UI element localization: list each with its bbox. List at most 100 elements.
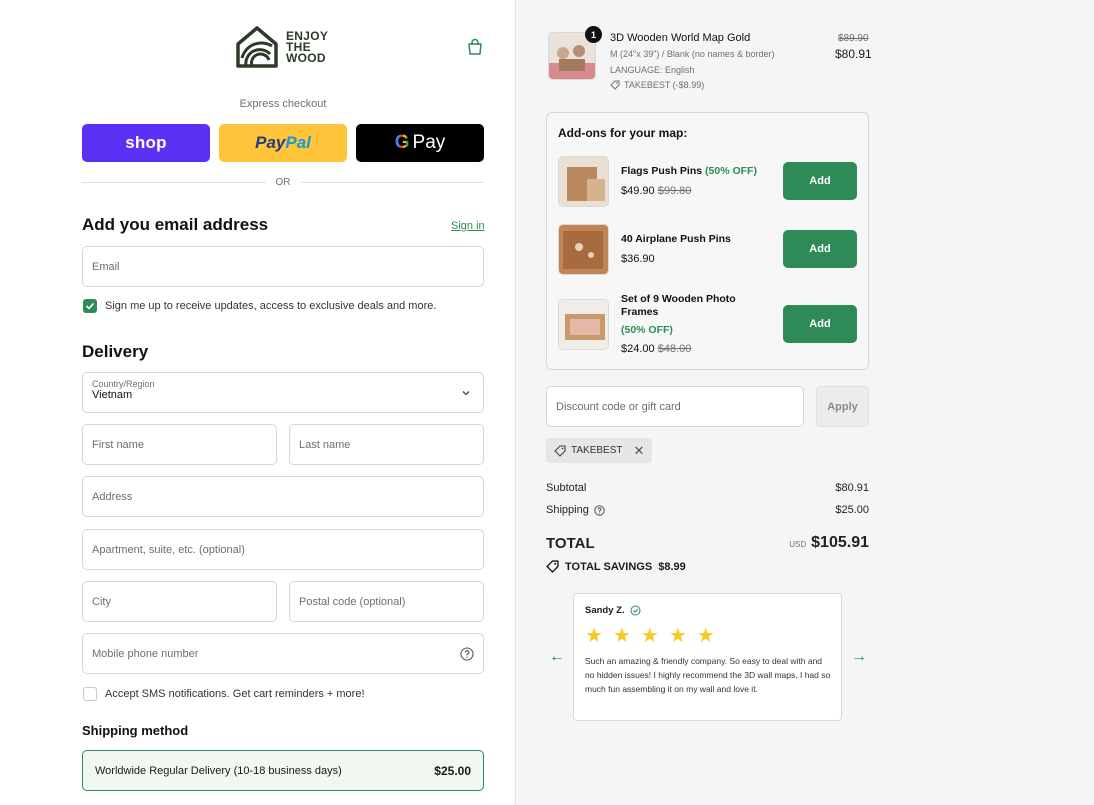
- shipping-row: Shipping $25.00: [546, 504, 869, 516]
- tag-icon: [554, 444, 566, 457]
- addon-current-price-frames: $24.00: [621, 343, 655, 355]
- review-text: Such an amazing & friendly company. So e…: [585, 656, 831, 694]
- product-variant: M (24"x 39") / Blank (no names & border): [610, 49, 775, 59]
- savings-label: TOTAL SAVINGS: [565, 560, 653, 573]
- wood-logo-icon: [236, 26, 278, 68]
- subtotal-label: Subtotal: [546, 482, 587, 494]
- paypal-button[interactable]: Pay Pal: [219, 124, 347, 162]
- review-author-row: Sandy Z.: [585, 605, 641, 616]
- product-language: LANGUAGE: English: [610, 65, 695, 75]
- total-label: TOTAL: [546, 534, 595, 552]
- shipping-label-group: Shipping: [546, 504, 605, 516]
- star-icon: ★: [585, 625, 603, 647]
- product-title: 3D Wooden World Map Gold: [610, 32, 751, 44]
- total-savings: TOTAL SAVINGS $8.99: [546, 560, 686, 573]
- addon-name-frames: Set of 9 Wooden Photo Frames: [621, 293, 736, 318]
- subtotal-value: $80.91: [835, 482, 869, 494]
- shop-pay-label: shop: [125, 133, 167, 152]
- discount-code-field[interactable]: Discount code or gift card: [546, 386, 804, 427]
- brand-logo[interactable]: ENJOY THE WOOD: [234, 24, 328, 70]
- addon-price-frames: $24.00 $48.00: [621, 343, 691, 355]
- applied-discount-code: TAKEBEST: [571, 445, 623, 456]
- addon-old-price-frames: $48.00: [657, 343, 692, 355]
- city-field[interactable]: City: [82, 581, 277, 622]
- contact-heading: Add you email address: [82, 215, 269, 234]
- star-icon: ★: [640, 625, 659, 647]
- applied-discount-tag: TAKEBEST ✕: [546, 438, 653, 463]
- shopping-bag-icon[interactable]: [466, 38, 484, 56]
- phone-field[interactable]: Mobile phone number: [82, 633, 484, 674]
- addon-thumbnail-frames: [558, 299, 609, 350]
- apply-discount-button[interactable]: Apply: [816, 386, 869, 427]
- total-value-group: USD $105.91: [789, 534, 869, 552]
- addon-off-frames: (50% OFF): [621, 324, 673, 337]
- total-currency: USD: [789, 540, 807, 549]
- delivery-heading: Delivery: [82, 342, 149, 361]
- review-stars: ★ ★ ★ ★ ★: [585, 623, 715, 648]
- google-pay-button[interactable]: G Pay: [356, 124, 484, 162]
- add-flags-button[interactable]: Add: [783, 162, 857, 200]
- addons-title: Add-ons for your map:: [558, 126, 688, 140]
- help-circle-icon[interactable]: [594, 504, 605, 516]
- addon-thumbnail-airplane: [558, 224, 609, 275]
- star-icon: ★: [668, 625, 687, 647]
- addon-price-airplane: $36.90: [621, 253, 655, 265]
- country-label: Country/Region: [92, 379, 155, 389]
- shop-pay-button[interactable]: shop: [82, 124, 210, 162]
- addon-name-airplane: 40 Airplane Push Pins: [621, 233, 731, 245]
- add-frames-button[interactable]: Add: [783, 305, 857, 343]
- last-name-field[interactable]: Last name: [289, 424, 484, 465]
- quantity-badge: 1: [585, 26, 602, 43]
- help-circle-icon[interactable]: [460, 646, 474, 661]
- first-name-field[interactable]: First name: [82, 424, 277, 465]
- addon-title-flags: Flags Push Pins: [621, 165, 703, 177]
- google-g-icon: G: [394, 132, 410, 153]
- remove-discount-icon[interactable]: ✕: [634, 443, 645, 459]
- sign-in-link[interactable]: Sign in: [451, 220, 485, 232]
- shipping-value: $25.00: [835, 504, 869, 516]
- sms-label: Accept SMS notifications. Get cart remin…: [105, 688, 365, 700]
- tag-icon: [610, 80, 620, 90]
- newsletter-label: Sign me up to receive updates, access to…: [105, 300, 437, 312]
- addon-price-flags: $49.90 $99.80: [621, 185, 691, 197]
- addon-off-frames-label: (50% OFF): [621, 324, 673, 336]
- chevron-down-icon: [462, 391, 470, 396]
- apartment-field[interactable]: Apartment, suite, etc. (optional): [82, 529, 484, 570]
- addon-thumbnail-flags: [558, 156, 609, 207]
- review-author: Sandy Z.: [585, 605, 625, 616]
- shipping-method-heading: Shipping method: [82, 723, 189, 738]
- phone-placeholder: Mobile phone number: [92, 647, 199, 660]
- shipping-label: Shipping: [546, 504, 589, 516]
- shipping-option-label: Worldwide Regular Delivery (10-18 busine…: [95, 764, 342, 777]
- review-next-arrow-icon[interactable]: →: [851, 648, 867, 666]
- express-checkout-label: Express checkout: [239, 98, 327, 110]
- addon-old-price-flags: $99.80: [657, 185, 692, 197]
- shipping-option[interactable]: Worldwide Regular Delivery (10-18 busine…: [82, 750, 484, 791]
- country-select[interactable]: Country/Region Vietnam: [82, 372, 484, 413]
- newsletter-checkbox[interactable]: [83, 299, 97, 313]
- savings-value: $8.99: [658, 560, 686, 573]
- postal-code-field[interactable]: Postal code (optional): [289, 581, 484, 622]
- addon-current-price-flags: $49.90: [621, 185, 655, 197]
- product-discount-tag: TAKEBEST (-$8.99): [610, 80, 704, 90]
- add-airplane-button[interactable]: Add: [783, 230, 857, 268]
- google-pay-label: Pay: [412, 132, 446, 153]
- checkmark-icon: [85, 302, 95, 310]
- paypal-label-pay: Pay: [255, 133, 286, 152]
- sms-checkbox[interactable]: [83, 687, 97, 701]
- country-value: Vietnam: [92, 389, 133, 401]
- or-label: OR: [275, 177, 291, 188]
- total-row: TOTAL USD $105.91: [546, 534, 869, 552]
- subtotal-row: Subtotal $80.91: [546, 482, 869, 494]
- star-icon: ★: [696, 625, 715, 647]
- or-divider: OR: [82, 177, 484, 188]
- email-field[interactable]: Email: [82, 246, 484, 287]
- verified-check-icon: [630, 605, 641, 616]
- addon-name-flags: Flags Push Pins (50% OFF): [621, 165, 757, 178]
- product-discount-label: TAKEBEST (-$8.99): [624, 80, 705, 90]
- review-prev-arrow-icon[interactable]: ←: [549, 648, 565, 666]
- shipping-option-price: $25.00: [434, 763, 471, 778]
- addon-off-flags: (50% OFF): [705, 165, 757, 177]
- product-price: $80.91: [835, 47, 872, 61]
- address-field[interactable]: Address: [82, 476, 484, 517]
